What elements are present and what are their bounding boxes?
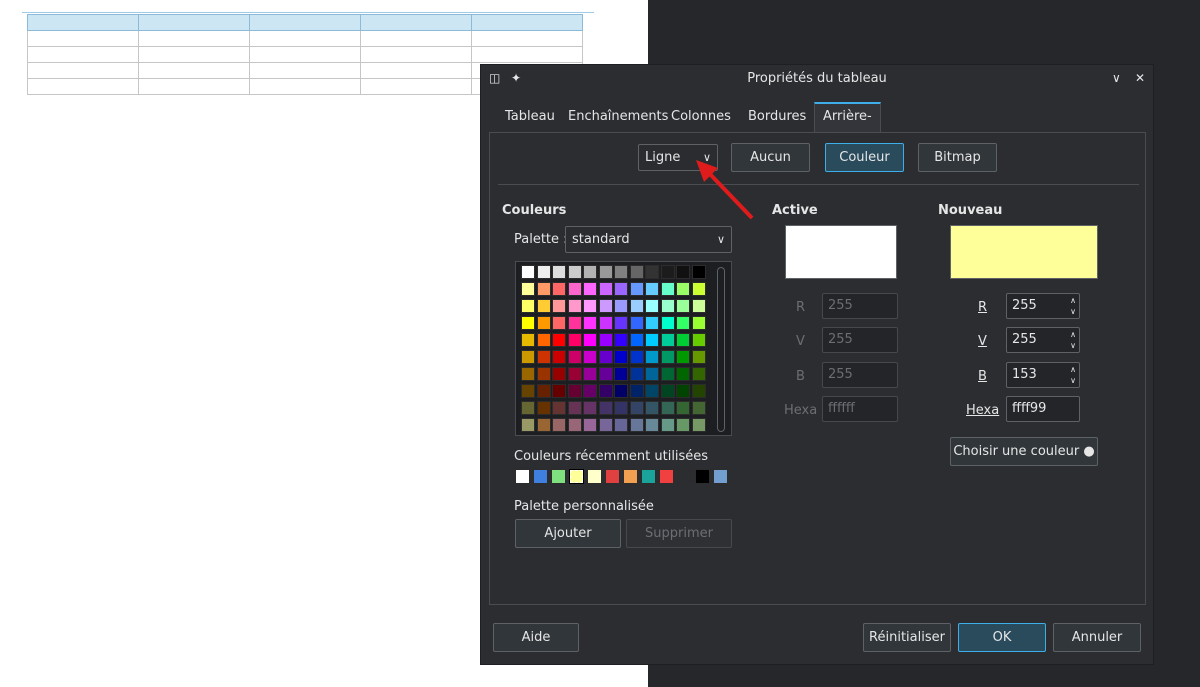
annotation-arrow bbox=[696, 160, 754, 220]
arrow-shaft bbox=[706, 170, 754, 220]
